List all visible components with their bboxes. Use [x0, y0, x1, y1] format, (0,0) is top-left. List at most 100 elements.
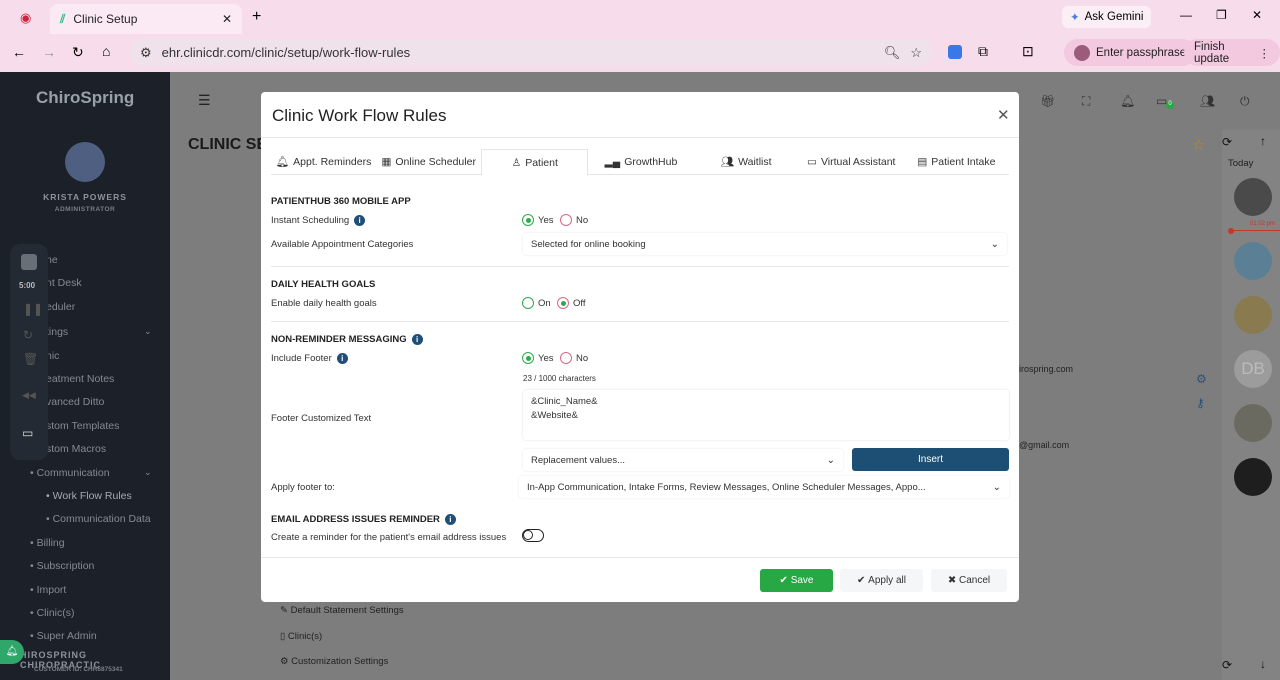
tab-waitlist[interactable]: 👥︎ Waitlist	[694, 149, 799, 174]
record-icon[interactable]: ◉	[20, 10, 31, 26]
sidebar-item-treatment-notes[interactable]: eatment Notes	[46, 373, 114, 385]
info-icon[interactable]: i	[354, 215, 366, 226]
arrow-up-icon[interactable]: ↑	[1260, 134, 1266, 148]
email-text: @gmail.com	[1019, 440, 1070, 450]
fullscreen-icon[interactable]: ⛶	[1082, 94, 1090, 109]
sidebar-item-settings[interactable]: tings	[46, 326, 68, 338]
close-modal-icon[interactable]: ✕	[997, 106, 1010, 124]
new-tab-icon[interactable]: +	[252, 8, 261, 26]
select-value: In-App Communication, Intake Forms, Revi…	[527, 481, 926, 493]
forward-icon[interactable]: →	[42, 44, 56, 60]
radio-label: No	[576, 214, 589, 226]
patient-avatar-initials[interactable]: DB	[1234, 350, 1272, 388]
sidebar-item-clinics[interactable]: • Clinic(s)	[30, 607, 75, 619]
apply-all-button[interactable]: ✔ Apply all	[840, 569, 923, 592]
extension-icon[interactable]	[948, 45, 962, 59]
sidebar-item-subscription[interactable]: • Subscription	[30, 560, 94, 572]
enter-passphrase-button[interactable]: Enter passphrase	[1064, 39, 1197, 66]
stop-recording-button[interactable]	[21, 254, 37, 270]
reload-icon[interactable]: ↻	[72, 44, 84, 61]
hamburger-menu-icon[interactable]: ☰	[198, 92, 211, 109]
link-clinics[interactable]: ▯ Clinic(s)	[280, 631, 322, 642]
tab-online-scheduler[interactable]: ▦ Online Scheduler	[376, 149, 481, 174]
categories-select[interactable]: Selected for online booking ⌄	[523, 233, 1007, 255]
sidebar-item-custom-templates[interactable]: stom Templates	[46, 420, 119, 432]
notification-bell-button[interactable]: 🔔︎	[0, 640, 24, 664]
bell-icon[interactable]: 🔔︎	[1120, 94, 1135, 108]
insert-button[interactable]: Insert	[852, 448, 1009, 471]
bookmark-star-icon[interactable]: ☆	[910, 45, 922, 61]
favorite-star-icon[interactable]: ☆	[1192, 136, 1205, 154]
info-icon[interactable]: i	[444, 514, 456, 525]
tab-search-icon[interactable]: ⊡	[1022, 43, 1034, 60]
sidebar-item-communication-data[interactable]: • Communication Data	[46, 513, 151, 525]
sidebar-item-billing[interactable]: • Billing	[30, 537, 65, 549]
restart-icon[interactable]: ↻	[23, 328, 33, 342]
arrow-down-icon[interactable]: ↓	[1260, 657, 1266, 671]
link-customization-settings[interactable]: ⚙ Customization Settings	[280, 656, 388, 667]
sidebar-item-work-flow-rules[interactable]: • Work Flow Rules	[46, 490, 132, 502]
pause-icon[interactable]: ❚❚	[23, 302, 43, 316]
power-icon[interactable]: ⏻	[1240, 94, 1250, 109]
patient-avatar[interactable]	[1234, 458, 1272, 496]
user-avatar[interactable]	[65, 142, 105, 182]
tab-patient[interactable]: ♙ Patient	[481, 149, 589, 176]
users-icon[interactable]: 👥︎	[1200, 94, 1215, 108]
settings-gears-icon[interactable]: ⚙	[1196, 372, 1207, 386]
browser-tab[interactable]: ⫽ Clinic Setup ✕	[50, 4, 242, 34]
patient-avatar[interactable]	[1234, 404, 1272, 442]
tab-growthhub[interactable]: ▂▄ GrowthHub	[588, 149, 693, 174]
tab-appt-reminders[interactable]: 🔔︎ Appt. Reminders	[271, 149, 376, 174]
restore-icon[interactable]: ❐	[1216, 8, 1227, 22]
info-icon[interactable]: i	[336, 353, 348, 364]
speaker-icon[interactable]: ◀◀	[22, 390, 36, 401]
page-title: CLINIC SE	[188, 136, 268, 153]
cancel-button[interactable]: ✖ Cancel	[931, 569, 1007, 592]
patient-avatar[interactable]	[1234, 242, 1272, 280]
apply-footer-select[interactable]: In-App Communication, Intake Forms, Revi…	[519, 476, 1009, 498]
link-default-statement-settings[interactable]: ✎ Default Statement Settings	[280, 605, 404, 616]
sidebar-item-import[interactable]: • Import	[30, 584, 66, 596]
address-bar[interactable]: ⚙ ehr.clinicdr.com/clinic/setup/work-flo…	[130, 39, 932, 66]
sidebar-item-scheduler[interactable]: eduler	[46, 301, 75, 313]
close-window-icon[interactable]: ✕	[1252, 8, 1262, 22]
sidebar-item-communication[interactable]: • Communication	[30, 467, 110, 479]
minimize-icon[interactable]: —	[1180, 8, 1192, 22]
info-icon[interactable]: i	[411, 334, 423, 345]
health-goals-on-radio[interactable]: On	[522, 297, 551, 309]
include-footer-no-radio[interactable]: No	[560, 352, 588, 364]
instant-scheduling-yes-radio[interactable]: Yes	[522, 214, 554, 226]
home-icon[interactable]: ⌂	[102, 43, 110, 59]
finish-update-label: Finish update	[1194, 40, 1230, 65]
camera-icon[interactable]: ▭	[22, 426, 33, 440]
site-settings-icon[interactable]: ⚙	[140, 45, 152, 61]
email-reminder-toggle[interactable]	[522, 529, 544, 542]
gift-icon[interactable]: 🎁︎	[1040, 94, 1055, 108]
close-tab-icon[interactable]: ✕	[222, 12, 232, 26]
instant-scheduling-no-radio[interactable]: No	[560, 214, 588, 226]
key-icon[interactable]: ⚷	[1196, 396, 1205, 410]
ask-gemini-button[interactable]: ✦ Ask Gemini	[1062, 6, 1152, 28]
sidebar-item-clinic[interactable]: nic	[46, 350, 59, 362]
refresh-icon[interactable]: ⟳	[1222, 135, 1232, 149]
tab-patient-intake[interactable]: ▤ Patient Intake	[904, 149, 1009, 174]
sidebar-item-advanced-ditto[interactable]: vanced Ditto	[46, 396, 104, 408]
sidebar-item-front-desk[interactable]: nt Desk	[46, 277, 82, 289]
sidebar-item-super-admin[interactable]: • Super Admin	[30, 630, 97, 642]
health-goals-off-radio[interactable]: Off	[557, 297, 586, 309]
patient-avatar[interactable]	[1234, 296, 1272, 334]
extensions-puzzle-icon[interactable]: ⧉	[978, 43, 988, 60]
include-footer-yes-radio[interactable]: Yes	[522, 352, 554, 364]
trash-icon[interactable]: 🗑︎	[23, 352, 38, 366]
zoom-icon[interactable]: 🔍︎	[884, 45, 901, 61]
sidebar-item-custom-macros[interactable]: stom Macros	[46, 443, 106, 455]
replacement-values-select[interactable]: Replacement values... ⌄	[523, 449, 843, 471]
tab-virtual-assistant[interactable]: ▭ Virtual Assistant	[799, 149, 904, 174]
finish-update-button[interactable]: Finish update ⋮	[1184, 39, 1280, 66]
menu-dots-icon[interactable]: ⋮	[1259, 46, 1271, 60]
back-icon[interactable]: ←	[12, 44, 26, 60]
refresh-bottom-icon[interactable]: ⟳	[1222, 658, 1232, 672]
patient-avatar[interactable]	[1234, 178, 1272, 216]
footer-text-area[interactable]: &Clinic_Name& &Website&	[523, 390, 1009, 440]
save-button[interactable]: ✔ Save	[760, 569, 833, 592]
